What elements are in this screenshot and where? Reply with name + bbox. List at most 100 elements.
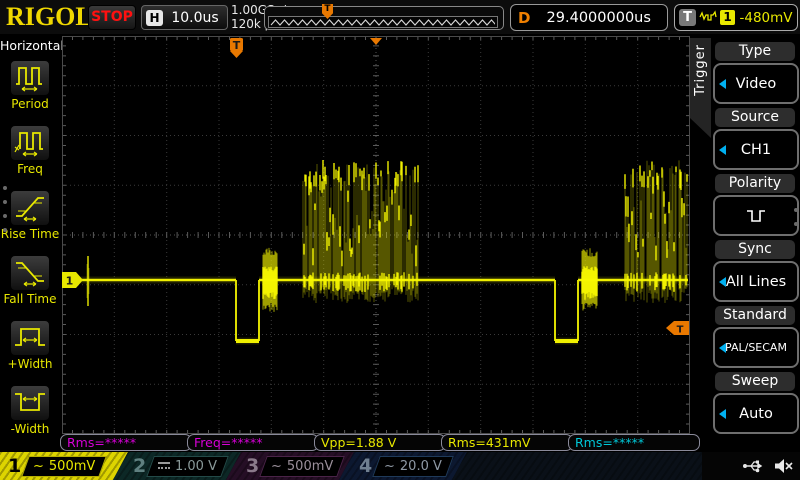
channel-bar-filler bbox=[452, 452, 702, 480]
menu-page-dot bbox=[3, 200, 7, 204]
plus-width-icon bbox=[10, 320, 50, 356]
sidebar-item-label: Freq bbox=[0, 162, 60, 176]
channel-3-status[interactable]: 3 ~ 500mV bbox=[226, 452, 354, 480]
menu-item-sync[interactable]: Sync All Lines bbox=[712, 240, 798, 302]
chevron-left-icon bbox=[719, 277, 726, 287]
timebase-value: 10.0us bbox=[163, 10, 227, 26]
trigger-level-marker[interactable]: T bbox=[666, 321, 689, 336]
minus-width-icon bbox=[10, 385, 50, 421]
chevron-left-icon bbox=[719, 343, 726, 353]
rigol-logo: RIGOL bbox=[6, 2, 93, 32]
trigger-menu-tab[interactable]: Trigger bbox=[690, 38, 711, 138]
ac-coupling-icon: ~ bbox=[271, 459, 282, 474]
menu-page-dot bbox=[3, 214, 7, 218]
channel-status-bar: 1 ~ 500mV 2 1.00 V 3 ~ 500m bbox=[0, 452, 800, 480]
usb-icon bbox=[742, 459, 766, 473]
channel-scale: 500mV bbox=[49, 459, 95, 474]
menu-item-label: Polarity bbox=[715, 174, 795, 193]
channel-1-status[interactable]: 1 ~ 500mV bbox=[0, 452, 128, 480]
sidebar-item-label: Rise Time bbox=[0, 227, 60, 241]
chevron-left-icon bbox=[719, 145, 726, 155]
rise-time-icon bbox=[10, 190, 50, 226]
sidebar-item-label: -Width bbox=[0, 422, 60, 436]
ac-coupling-icon: ~ bbox=[384, 459, 395, 474]
channel-2-status[interactable]: 2 1.00 V bbox=[113, 452, 241, 480]
fall-time-icon bbox=[10, 255, 50, 291]
channel-number: 2 bbox=[133, 455, 146, 477]
trigger-source-badge: 1 bbox=[720, 10, 735, 25]
menu-item-sweep[interactable]: Sweep Auto bbox=[712, 372, 798, 434]
sidebar-item-period[interactable]: Period bbox=[0, 60, 60, 111]
sidebar-item-fall-time[interactable]: Fall Time bbox=[0, 255, 60, 306]
run-state-badge: STOP bbox=[88, 5, 136, 30]
menu-item-label: Standard bbox=[715, 306, 795, 325]
menu-item-standard[interactable]: Standard PAL/SECAM bbox=[712, 306, 798, 368]
measurement-readout: Rms=***** bbox=[568, 434, 700, 451]
channel-scale: 1.00 V bbox=[175, 459, 217, 474]
measurement-readout: Rms=***** bbox=[60, 434, 192, 451]
svg-text:1: 1 bbox=[66, 275, 74, 288]
menu-item-source[interactable]: Source CH1 bbox=[712, 108, 798, 170]
measurement-readout: Freq=***** bbox=[187, 434, 319, 451]
measurement-readout: Rms=431mV bbox=[441, 434, 573, 451]
channel-scale: 500mV bbox=[287, 459, 333, 474]
delay-label: D bbox=[518, 9, 530, 27]
negative-polarity-icon bbox=[744, 208, 768, 224]
sidebar-item-label: +Width bbox=[0, 357, 60, 371]
menu-page-dot bbox=[794, 208, 798, 212]
channel-scale: 20.0 V bbox=[400, 459, 442, 474]
menu-item-polarity[interactable]: Polarity bbox=[712, 174, 798, 236]
sidebar-item-plus-width[interactable]: +Width bbox=[0, 320, 60, 371]
svg-text:T: T bbox=[677, 325, 684, 336]
trigger-menu-tab-label: Trigger bbox=[693, 44, 708, 96]
menu-page-dot bbox=[794, 222, 798, 226]
chevron-left-icon bbox=[719, 409, 726, 419]
menu-item-value: Auto bbox=[739, 406, 773, 422]
delay-readout: D 29.4000000us bbox=[510, 4, 668, 31]
oscilloscope-screen: RIGOL STOP H 10.0us 1.00GSa/s 120k pts T… bbox=[0, 0, 800, 480]
menu-item-value: PAL/SECAM bbox=[725, 341, 787, 354]
top-status-bar: RIGOL STOP H 10.0us 1.00GSa/s 120k pts T… bbox=[0, 0, 800, 34]
trigger-level-value: -480mV bbox=[735, 10, 797, 26]
freq-icon bbox=[10, 125, 50, 161]
speaker-muted-icon[interactable] bbox=[774, 458, 794, 474]
menu-item-label: Type bbox=[715, 42, 795, 61]
menu-item-value: All Lines bbox=[726, 274, 786, 290]
memory-wave-icon bbox=[271, 20, 495, 25]
channel-number: 3 bbox=[246, 455, 259, 477]
trigger-label: T bbox=[679, 9, 696, 26]
menu-item-type[interactable]: Type Video bbox=[712, 42, 798, 104]
dc-coupling-icon bbox=[158, 462, 170, 471]
memory-position-bar bbox=[264, 6, 504, 30]
sidebar-item-minus-width[interactable]: -Width bbox=[0, 385, 60, 436]
menu-item-value: Video bbox=[736, 76, 777, 92]
channel-number: 1 bbox=[8, 455, 21, 477]
measurement-bar: Rms=***** Freq=***** Vpp=1.88 V Rms=431m… bbox=[60, 434, 700, 452]
sidebar-item-rise-time[interactable]: Rise Time bbox=[0, 190, 60, 241]
menu-item-label: Sweep bbox=[715, 372, 795, 391]
channel-4-status[interactable]: 4 ~ 20.0 V bbox=[339, 452, 467, 480]
measurement-readout: Vpp=1.88 V bbox=[314, 434, 446, 451]
channel1-offset-marker[interactable]: 1 bbox=[62, 272, 83, 288]
trigger-menu: Type Video Source CH1 Polarity Sync All … bbox=[712, 36, 798, 452]
menu-item-label: Sync bbox=[715, 240, 795, 259]
waveform-display: T T 1 bbox=[62, 36, 690, 434]
sidebar-title: Horizontal bbox=[0, 38, 60, 53]
horizontal-timebase-readout: H 10.0us bbox=[141, 5, 228, 30]
trigger-position-flag[interactable]: T bbox=[230, 38, 243, 58]
chevron-left-icon bbox=[719, 79, 726, 89]
horizontal-measure-sidebar: Horizontal Period Freq Rise Time bbox=[0, 34, 60, 452]
trigger-readout: T 1 -480mV bbox=[674, 4, 798, 31]
sidebar-item-label: Period bbox=[0, 97, 60, 111]
svg-text:T: T bbox=[233, 39, 241, 52]
menu-page-dot bbox=[3, 186, 7, 190]
sidebar-item-label: Fall Time bbox=[0, 292, 60, 306]
menu-item-value: CH1 bbox=[741, 142, 771, 158]
menu-item-label: Source bbox=[715, 108, 795, 127]
sidebar-item-freq[interactable]: Freq bbox=[0, 125, 60, 176]
memory-waveform-strip bbox=[268, 16, 498, 28]
video-trigger-icon bbox=[699, 10, 717, 25]
period-icon bbox=[10, 60, 50, 96]
horizontal-label: H bbox=[146, 10, 163, 26]
delay-value: 29.4000000us bbox=[530, 10, 667, 26]
